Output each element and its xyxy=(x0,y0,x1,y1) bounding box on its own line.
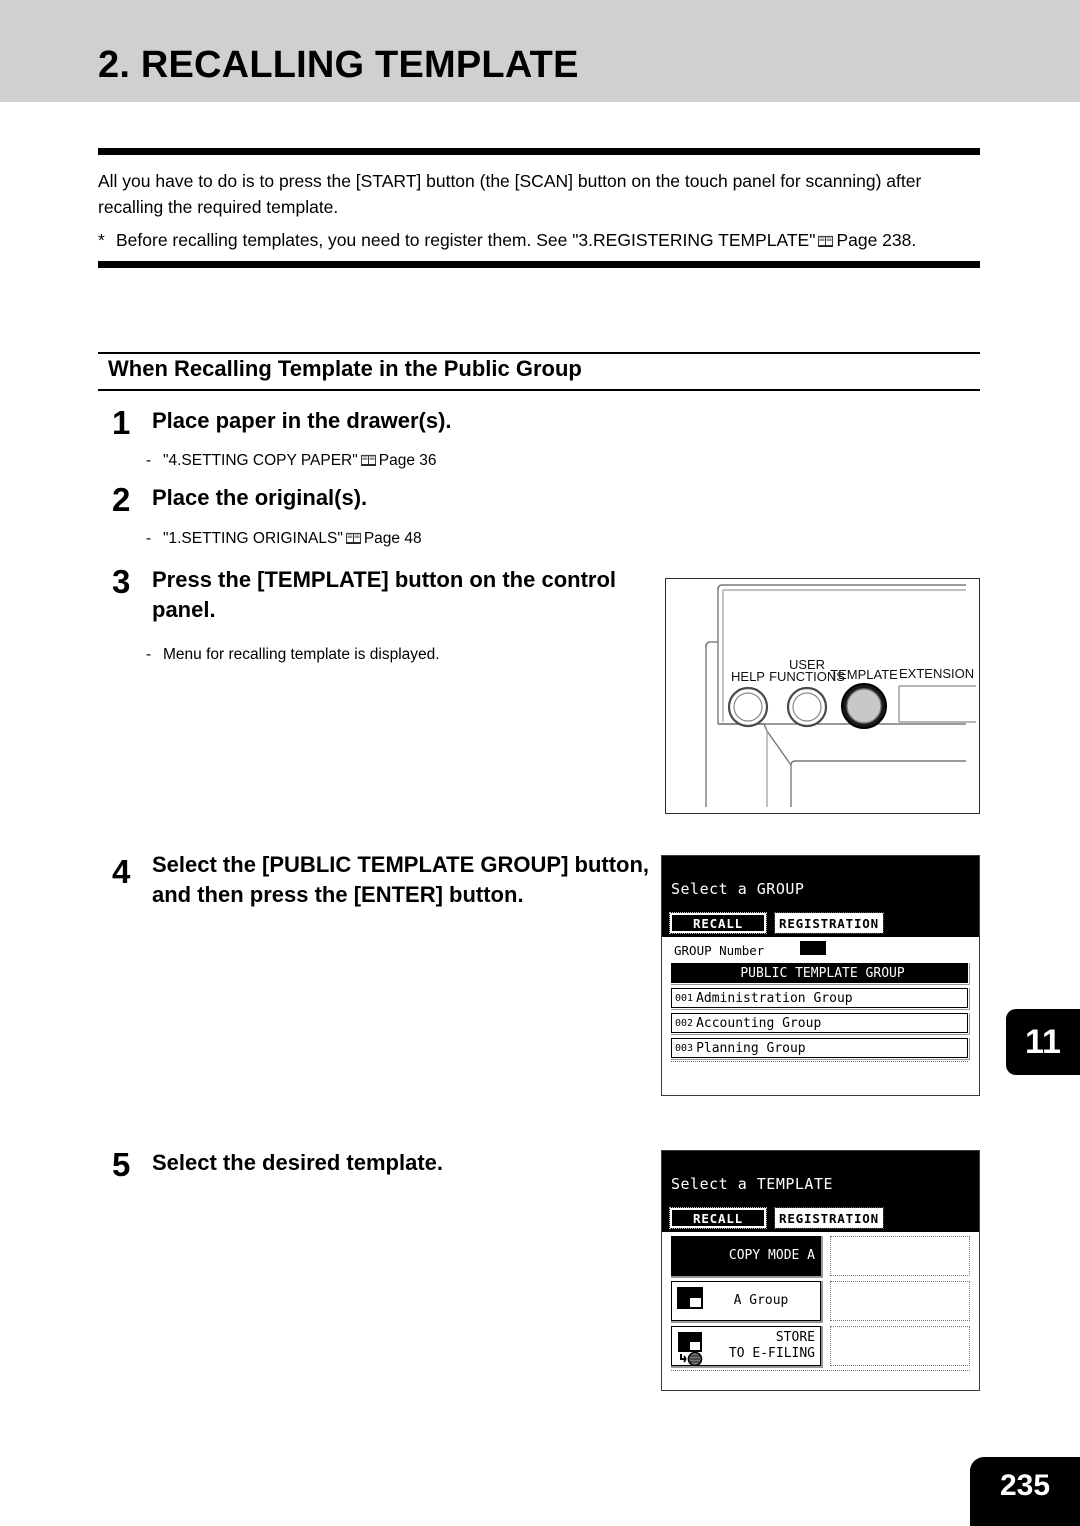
step-2-heading: Place the original(s). xyxy=(152,485,368,510)
step-2-dash: - xyxy=(146,530,152,547)
step-4-number: 4 xyxy=(112,853,131,890)
intro-note-text: Before recalling templates, you need to … xyxy=(116,230,816,250)
book-icon xyxy=(345,532,361,544)
step-2-subtext: - "1.SETTING ORIGINALS" Page 48 xyxy=(146,528,666,549)
group-item-number: 003 xyxy=(675,1042,694,1054)
intro-rule-bottom xyxy=(98,261,980,268)
group-number-field[interactable] xyxy=(800,941,826,955)
group-item-planning[interactable]: 003 Planning Group xyxy=(671,1038,968,1058)
template-copy-icon xyxy=(677,1287,705,1317)
svg-text:HELP: HELP xyxy=(731,669,765,684)
control-panel-illustration: HELP USER FUNCTIONS TEMPLATE EXTENSION xyxy=(665,578,980,814)
template-button-store-to-e-filing[interactable]: STORE TO E-FILING xyxy=(671,1326,821,1367)
group-item-label: Administration Group xyxy=(696,990,853,1006)
step-3-heading: Press the [TEMPLATE] button on the contr… xyxy=(152,567,617,622)
group-item-number: 001 xyxy=(675,992,694,1004)
step-3-subtext: - Menu for recalling template is displaye… xyxy=(146,644,666,665)
section-rule-bottom xyxy=(98,389,980,391)
step-3-dash: - xyxy=(146,646,152,663)
svg-text:TEMPLATE: TEMPLATE xyxy=(830,667,898,682)
book-icon xyxy=(818,235,834,247)
group-item-administration[interactable]: 001 Administration Group xyxy=(671,988,968,1008)
step-3-number: 3 xyxy=(112,563,131,600)
step-5-heading: Select the desired template. xyxy=(152,1150,443,1175)
step-5-number: 5 xyxy=(112,1146,131,1183)
intro-note-page: Page 238. xyxy=(836,230,917,250)
step-3-reference: Menu for recalling template is displayed… xyxy=(163,646,440,663)
section-rule-top xyxy=(98,352,980,354)
step-1-heading: Place paper in the drawer(s). xyxy=(152,408,452,433)
lcd-group-tab-row: RECALL REGISTRATION xyxy=(662,911,979,937)
step-1-number: 1 xyxy=(112,404,131,441)
template-efiling-icon xyxy=(677,1332,705,1367)
lcd-template-tab-row: RECALL REGISTRATION xyxy=(662,1206,979,1232)
group-item-label: PUBLIC TEMPLATE GROUP xyxy=(740,965,905,981)
step-1-reference: "4.SETTING COPY PAPER" xyxy=(163,452,358,469)
template-button-label: A Group xyxy=(733,1293,789,1308)
page-number: 235 xyxy=(970,1457,1080,1526)
intro-rule-top xyxy=(98,148,980,155)
page-title: 2. RECALLING TEMPLATE xyxy=(98,44,579,86)
group-item-accounting[interactable]: 002 Accounting Group xyxy=(671,1013,968,1033)
tab-registration-template[interactable]: REGISTRATION xyxy=(774,1207,884,1229)
group-number-label: GROUP Number xyxy=(674,943,765,958)
template-slot-empty[interactable] xyxy=(830,1236,970,1276)
group-item-public-template-group[interactable]: PUBLIC TEMPLATE GROUP xyxy=(671,963,968,983)
step-2-reference: "1.SETTING ORIGINALS" xyxy=(163,530,343,547)
intro-paragraph: All you have to do is to press the [STAR… xyxy=(98,171,922,217)
control-panel-drawing: HELP USER FUNCTIONS TEMPLATE EXTENSION xyxy=(705,584,976,807)
template-button-label: COPY MODE A xyxy=(728,1248,815,1263)
lcd-template-body: COPY MODE A A Group STORE TO E-FILING xyxy=(662,1232,979,1390)
tab-recall-template[interactable]: RECALL xyxy=(669,1207,767,1229)
group-item-label: Accounting Group xyxy=(696,1015,822,1031)
chapter-tab: 11 xyxy=(1006,1009,1080,1075)
template-copy-icon xyxy=(677,1242,705,1272)
lcd-template-title: Select a TEMPLATE xyxy=(671,1175,834,1193)
template-list-separator xyxy=(671,1370,970,1371)
svg-text:EXTENSION: EXTENSION xyxy=(899,666,974,681)
template-button-copy-mode-a[interactable]: COPY MODE A xyxy=(671,1236,821,1276)
lcd-select-group[interactable]: Select a GROUP RECALL REGISTRATION GROUP… xyxy=(661,855,980,1096)
step-1-dash: - xyxy=(146,452,152,469)
template-slot-empty[interactable] xyxy=(830,1326,970,1366)
book-icon xyxy=(360,454,376,466)
template-button-label-line2: TO E-FILING xyxy=(728,1346,815,1361)
template-button-a-group[interactable]: A Group xyxy=(671,1281,821,1321)
template-button-label: STORE TO E-FILING xyxy=(729,1327,817,1365)
tab-recall-group[interactable]: RECALL xyxy=(669,912,767,934)
step-2-number: 2 xyxy=(112,481,131,518)
group-list-separator xyxy=(671,1061,968,1062)
lcd-select-template[interactable]: Select a TEMPLATE RECALL REGISTRATION CO… xyxy=(661,1150,980,1391)
template-slot-empty[interactable] xyxy=(830,1281,970,1321)
section-title: When Recalling Template in the Public Gr… xyxy=(108,356,582,381)
lcd-group-body: GROUP Number PUBLIC TEMPLATE GROUP 001 Ad… xyxy=(662,937,979,1095)
group-item-label: Planning Group xyxy=(696,1040,806,1056)
intro-note: * Before recalling templates, you need to… xyxy=(98,227,988,253)
step-1-page: Page 36 xyxy=(378,452,437,469)
step-1-subtext: - "4.SETTING COPY PAPER" Page 36 xyxy=(146,450,666,471)
group-item-number: 002 xyxy=(675,1017,694,1029)
template-button-label-line1: STORE xyxy=(775,1330,815,1345)
lcd-group-title: Select a GROUP xyxy=(671,880,805,898)
intro-note-star: * xyxy=(98,230,105,250)
tab-registration-group[interactable]: REGISTRATION xyxy=(774,912,884,934)
step-4-heading: Select the [PUBLIC TEMPLATE GROUP] butto… xyxy=(152,852,650,907)
step-2-page: Page 48 xyxy=(363,530,422,547)
